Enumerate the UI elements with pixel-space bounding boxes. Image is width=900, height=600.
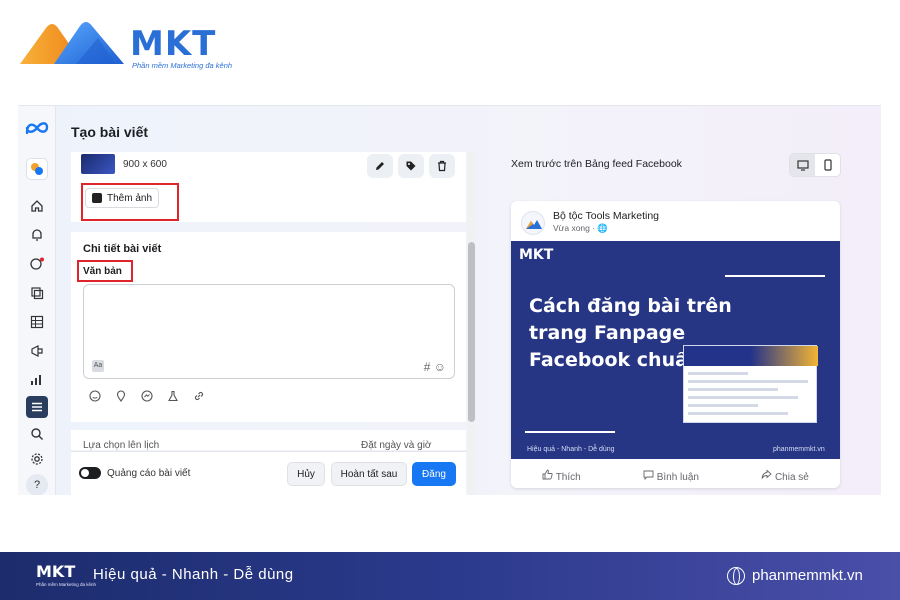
feeling-icon[interactable] (89, 390, 101, 402)
image-divider-top (725, 275, 825, 277)
image-dimensions: 900 x 600 (123, 159, 167, 170)
highlight-text-label (77, 260, 133, 282)
mobile-preview-button[interactable] (815, 154, 840, 176)
image-thumbnail[interactable] (81, 154, 115, 174)
page-icon[interactable] (26, 158, 48, 180)
image-slogan: Hiệu quả - Nhanh - Dễ dùng (527, 446, 615, 453)
cancel-button[interactable]: Hủy (287, 462, 325, 486)
page-name[interactable]: Bộ tộc Tools Marketing (553, 210, 659, 222)
comment-label: Bình luận (656, 471, 699, 483)
globe-icon (727, 567, 745, 585)
desktop-preview-button[interactable] (790, 154, 815, 176)
banner-logo-tagline: Phần mềm Marketing đa kênh (36, 582, 97, 587)
app-window: ? Tạo bài viết 900 x 600 Thêm ảnh Chi ti… (18, 105, 881, 495)
brand-tagline: Phần mềm Marketing đa kênh (132, 61, 233, 70)
bell-icon[interactable] (26, 224, 48, 246)
megaphone-icon[interactable] (26, 340, 48, 362)
mkt-avatar-icon (526, 220, 542, 229)
like-button[interactable]: Thích (542, 469, 581, 483)
editor-footer: Quảng cáo bài viết Hủy Hoàn tất sau Đăng (71, 451, 466, 495)
banner-slogan: Hiệu quả - Nhanh - Dễ dùng (93, 566, 294, 583)
post-image: MKT Cách đăng bài trên trang Fanpage Fac… (511, 241, 840, 459)
page: MKT Phần mềm Marketing đa kênh ? Tạo bài… (0, 0, 900, 600)
location-icon[interactable] (115, 390, 127, 402)
trash-icon (438, 160, 446, 172)
highlight-add-photo (81, 183, 179, 221)
editor-scrollbar[interactable] (467, 152, 476, 495)
preview-title: Xem trước trên Bảng feed Facebook (511, 158, 682, 170)
delete-image-button[interactable] (429, 154, 455, 178)
post-tools (89, 390, 205, 402)
scrollbar-thumb[interactable] (468, 242, 475, 422)
schedule-card: Lựa chọn lên lịch Đặt ngày và giờ (71, 430, 466, 451)
like-label: Thích (555, 471, 581, 483)
boost-post-toggle[interactable] (79, 467, 101, 479)
emoji-icon[interactable]: ☺ (434, 360, 446, 374)
thumbs-up-icon (542, 469, 553, 479)
boost-post-label: Quảng cáo bài viết (107, 468, 191, 479)
search-icon[interactable] (26, 423, 48, 445)
table-icon[interactable] (26, 311, 48, 333)
edit-image-button[interactable] (367, 154, 393, 178)
finish-later-button[interactable]: Hoàn tất sau (331, 462, 407, 486)
post-time: Vừa xong · 🌐 (553, 223, 609, 233)
menu-icon[interactable] (26, 396, 48, 418)
pencil-icon (376, 162, 384, 170)
share-label: Chia sẻ (774, 471, 809, 483)
sidebar: ? (18, 106, 56, 495)
text-format-icon[interactable]: Aa (92, 360, 104, 372)
bottom-banner: MKT Phần mềm Marketing đa kênh Hiệu quả … (0, 552, 900, 600)
link-icon[interactable] (193, 390, 205, 402)
image-url: phanmemmkt.vn (773, 446, 825, 453)
facebook-post-preview: Bộ tộc Tools Marketing Vừa xong · 🌐 MKT … (511, 201, 840, 488)
post-text-input[interactable]: Aa # ☺ (83, 284, 455, 379)
brand-name: MKT (130, 24, 217, 64)
share-button[interactable]: Chia sẻ (761, 469, 809, 483)
mobile-icon (823, 159, 832, 171)
hashtag-icon[interactable]: # (424, 360, 431, 374)
desktop-icon (796, 159, 809, 171)
chart-icon[interactable] (26, 369, 48, 391)
comment-icon (643, 470, 654, 480)
device-switcher (789, 153, 841, 177)
image-divider-bottom (525, 431, 615, 433)
chat-icon[interactable] (26, 253, 48, 275)
schedule-label: Lựa chọn lên lịch (83, 440, 160, 451)
text-extras: # ☺ (424, 360, 446, 374)
publish-button[interactable]: Đăng (412, 462, 456, 486)
tag-icon (406, 161, 416, 171)
share-icon (761, 469, 772, 479)
meta-icon[interactable] (24, 120, 50, 136)
mkt-logo: MKT Phần mềm Marketing đa kênh (18, 16, 248, 72)
page-title: Tạo bài viết (71, 124, 149, 140)
details-title: Chi tiết bài viết (83, 243, 162, 255)
image-logo: MKT (519, 247, 554, 263)
page-avatar (521, 211, 545, 235)
image-screenshot-mock (683, 345, 818, 423)
home-icon[interactable] (26, 195, 48, 217)
tag-image-button[interactable] (398, 154, 424, 178)
mkt-logo-mark-icon (20, 22, 124, 64)
messenger-icon[interactable] (141, 390, 153, 402)
flask-icon[interactable] (167, 390, 179, 402)
post-actions: Thích Bình luận Chia sẻ (511, 463, 840, 488)
help-icon[interactable]: ? (26, 474, 48, 495)
banner-logo: MKT (36, 562, 76, 581)
post-details-card: Chi tiết bài viết Văn bản Aa # ☺ (71, 232, 466, 422)
schedule-right-label: Đặt ngày và giờ (361, 440, 432, 451)
stack-icon[interactable] (26, 282, 48, 304)
comment-button[interactable]: Bình luận (643, 469, 699, 483)
media-card: 900 x 600 Thêm ảnh (71, 152, 466, 222)
banner-url[interactable]: phanmemmkt.vn (752, 567, 863, 584)
post-editor: 900 x 600 Thêm ảnh Chi tiết bài viết Văn… (71, 152, 476, 495)
gear-icon[interactable] (26, 448, 48, 470)
